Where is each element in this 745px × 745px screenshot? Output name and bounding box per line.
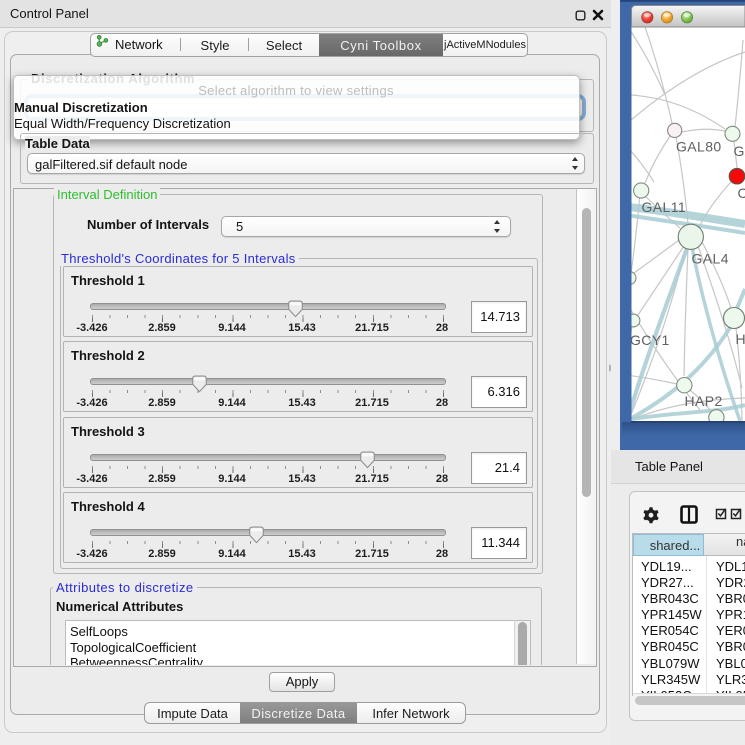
svg-text:GAL80: GAL80 (676, 139, 722, 155)
svg-text:GCY1: GCY1 (630, 332, 670, 348)
svg-text:C: C (738, 185, 745, 201)
svg-text:GAL11: GAL11 (642, 199, 687, 215)
svg-text:GAL: GAL (734, 143, 745, 159)
svg-text:GAL4: GAL4 (692, 251, 729, 267)
svg-text:HIS: HIS (736, 331, 745, 347)
svg-text:HAP2: HAP2 (685, 393, 723, 409)
